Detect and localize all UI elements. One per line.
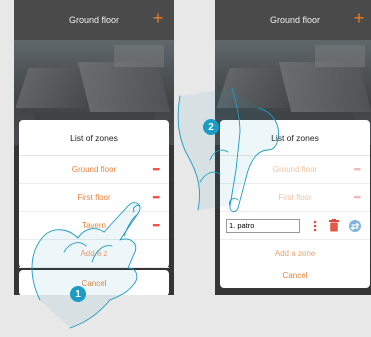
add-zone-label: Add a z [80,249,108,258]
zone-label: Tavern [81,221,106,230]
zone-label: First floor [77,193,111,202]
tutorial-stage: Ground floor + List of zones Ground floo… [0,0,371,337]
zone-edit-row [220,212,370,240]
more-menu-icon[interactable]: ••• [354,164,362,174]
more-menu-icon[interactable]: ••• [354,192,362,202]
swap-icon[interactable] [348,219,362,233]
header-bar: Ground floor + [215,0,371,40]
more-menu-icon[interactable]: ••• [153,164,161,174]
add-plus-button[interactable]: + [349,9,369,29]
sheet-title: List of zones [220,120,370,156]
add-zone-label: Add a zone [274,249,316,258]
zone-label: First floor [278,193,312,202]
add-plus-button[interactable]: + [148,9,168,29]
more-menu-icon[interactable]: ••• [153,220,161,230]
header-bar: Ground floor + [14,0,174,40]
more-menu-icon[interactable]: ••• [153,192,161,202]
drag-handle-icon[interactable] [312,220,318,232]
zone-label: Ground floor [272,165,318,174]
zone-list-sheet: List of zones Ground floor ••• First flo… [220,120,370,268]
add-zone-button[interactable]: Add a z [19,240,169,268]
cancel-button[interactable]: Cancel [220,262,370,288]
right-phone-screen: Ground floor + List of zones Ground floo… [215,0,371,295]
zone-row[interactable]: First floor ••• [220,184,370,212]
step-2-badge: 2 [203,119,219,135]
header-title: Ground floor [68,15,120,25]
zone-name-input[interactable] [226,218,300,233]
cancel-button[interactable]: Cancel [19,270,169,295]
step-1-badge: 1 [70,286,86,302]
sheet-title: List of zones [19,120,169,156]
zone-label: Ground floor [71,165,117,174]
header-title: Ground floor [269,15,321,25]
zone-list-sheet: List of zones Ground floor ••• First flo… [19,120,169,268]
trash-icon[interactable] [329,219,339,232]
zone-row[interactable]: First floor ••• [19,184,169,212]
zone-row[interactable]: Tavern ••• [19,212,169,240]
zone-row[interactable]: Ground floor ••• [19,156,169,184]
left-phone-screen: Ground floor + List of zones Ground floo… [14,0,174,295]
zone-row[interactable]: Ground floor ••• [220,156,370,184]
